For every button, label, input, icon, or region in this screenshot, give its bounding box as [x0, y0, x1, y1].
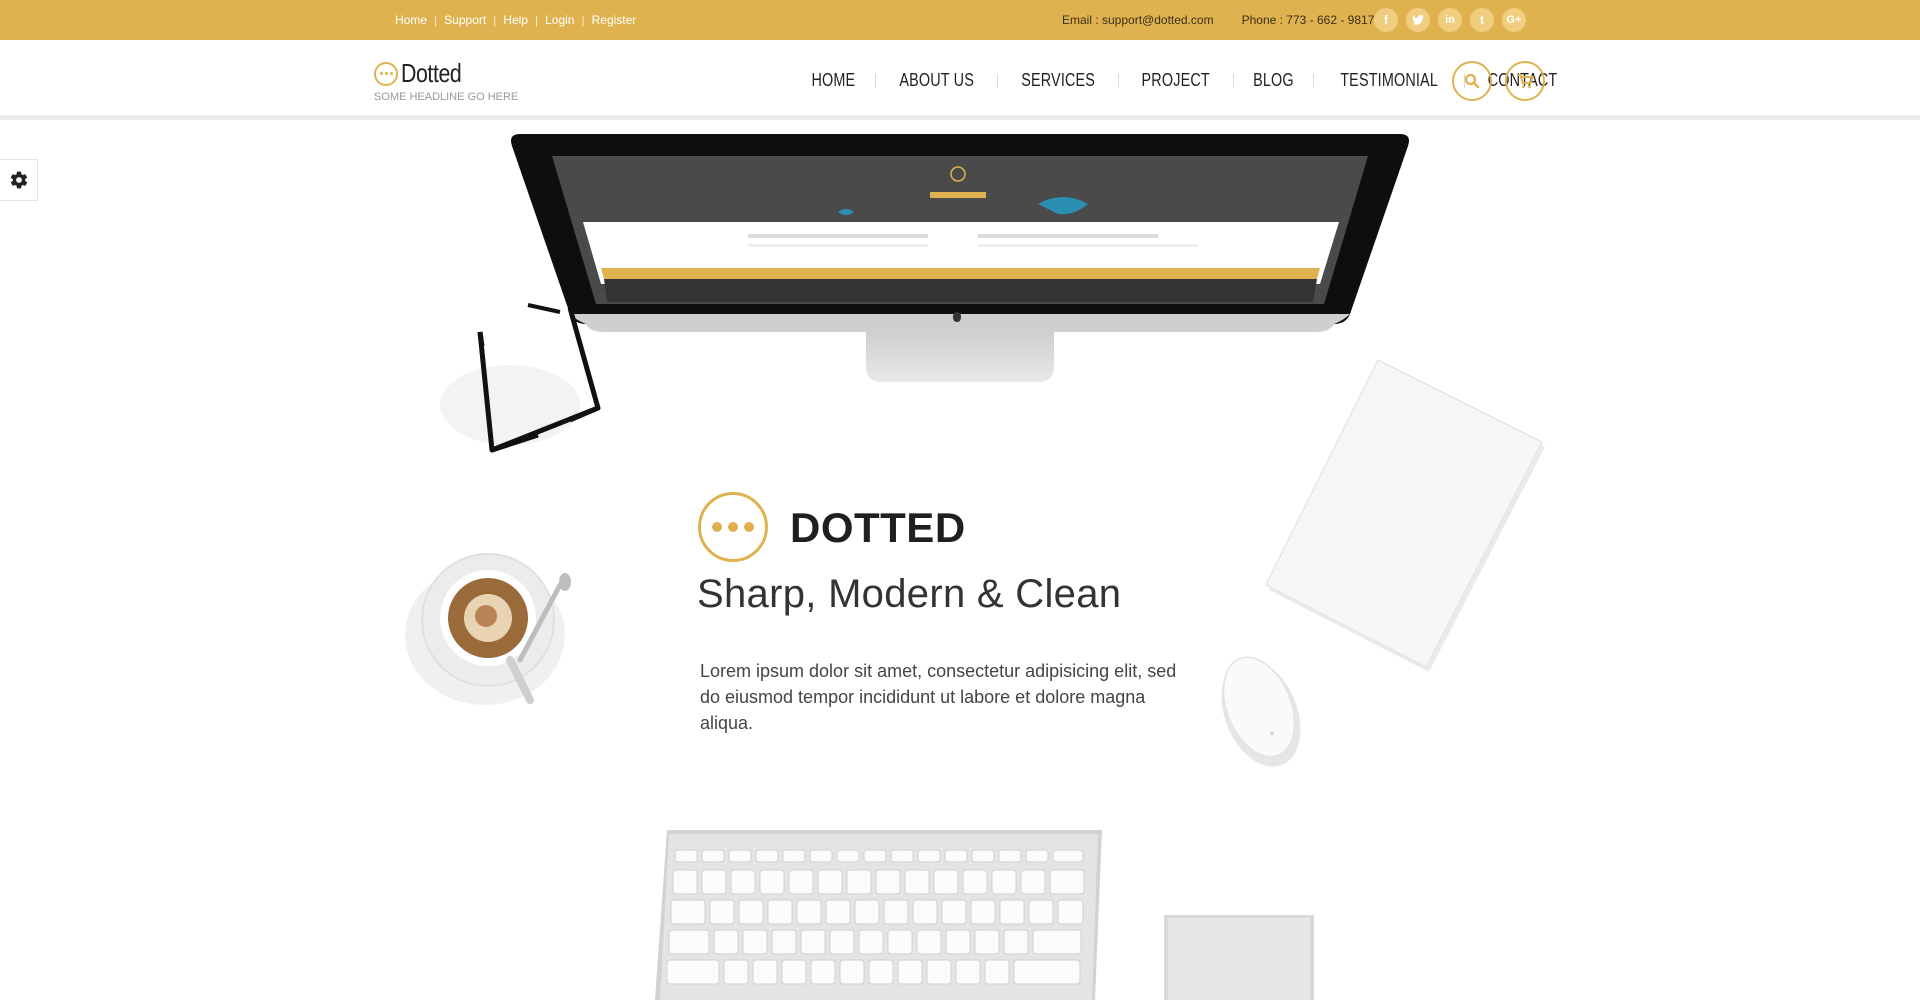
nav-home[interactable]: HOME	[803, 70, 863, 91]
hero-logo-icon	[698, 492, 768, 562]
monitor-image	[511, 134, 1409, 382]
settings-toggle[interactable]	[0, 159, 38, 201]
main-header: Dotted SOME HEADLINE GO HERE HOME ABOUT …	[0, 40, 1920, 120]
facebook-icon[interactable]: f	[1374, 8, 1398, 32]
keyboard-image	[655, 830, 1102, 1000]
google-plus-icon[interactable]: G+	[1502, 8, 1526, 32]
glasses-image	[440, 303, 601, 453]
nav-about-us[interactable]: ABOUT US	[891, 70, 982, 91]
email-text[interactable]: Email : support@dotted.com	[1062, 13, 1214, 27]
nav-testimonial[interactable]: TESTIMONIAL	[1332, 70, 1446, 91]
tumblr-icon[interactable]: t	[1470, 8, 1494, 32]
separator: |	[581, 13, 585, 27]
hero-description: Lorem ipsum dolor sit amet, consectetur …	[700, 661, 1177, 733]
search-icon	[1464, 73, 1480, 89]
search-button[interactable]	[1452, 61, 1492, 101]
separator: |	[434, 13, 438, 27]
contact-info: Email : support@dotted.com Phone : 773 -…	[1062, 13, 1374, 27]
logo-name: Dotted	[401, 58, 462, 88]
top-link-home[interactable]: Home	[395, 13, 427, 27]
nav-divider	[874, 73, 876, 88]
separator: |	[534, 13, 539, 27]
top-links: Home | Support | Help | Login | Register	[395, 13, 636, 27]
top-link-support[interactable]: Support	[444, 13, 486, 27]
paper-image	[1264, 360, 1545, 672]
trackpad-image	[1164, 915, 1314, 1000]
linkedin-icon[interactable]: in	[1438, 8, 1462, 32]
social-links: f in t G+	[1374, 8, 1526, 32]
nav-project[interactable]: PROJECT	[1134, 70, 1218, 91]
nav-services[interactable]: SERVICES	[1013, 70, 1103, 91]
hero-title: DOTTED	[790, 504, 966, 551]
nav-divider	[1118, 73, 1120, 88]
top-link-help[interactable]: Help	[503, 13, 528, 27]
cart-icon	[1517, 74, 1534, 88]
site-logo[interactable]: Dotted SOME HEADLINE GO HERE	[374, 58, 518, 103]
nav-divider	[1312, 73, 1314, 88]
top-bar: Home | Support | Help | Login | Register Ema…	[0, 0, 1920, 40]
twitter-icon[interactable]	[1406, 8, 1430, 32]
logo-tagline: SOME HEADLINE GO HERE	[374, 91, 519, 103]
mouse-image	[1221, 656, 1301, 767]
coffee-cup-image	[405, 553, 571, 705]
nav-divider	[1232, 73, 1234, 88]
top-link-register[interactable]: Register	[592, 13, 637, 27]
logo-dots-icon	[374, 61, 398, 86]
nav-divider	[997, 73, 999, 88]
cart-button[interactable]	[1505, 61, 1545, 101]
gear-icon	[10, 171, 27, 189]
top-link-login[interactable]: Login	[545, 13, 574, 27]
phone-text: Phone : 773 - 662 - 9817	[1241, 13, 1375, 27]
nav-blog[interactable]: BLOG	[1245, 70, 1302, 91]
separator: |	[493, 13, 497, 27]
hero-subtitle: Sharp, Modern & Clean	[697, 572, 1122, 616]
